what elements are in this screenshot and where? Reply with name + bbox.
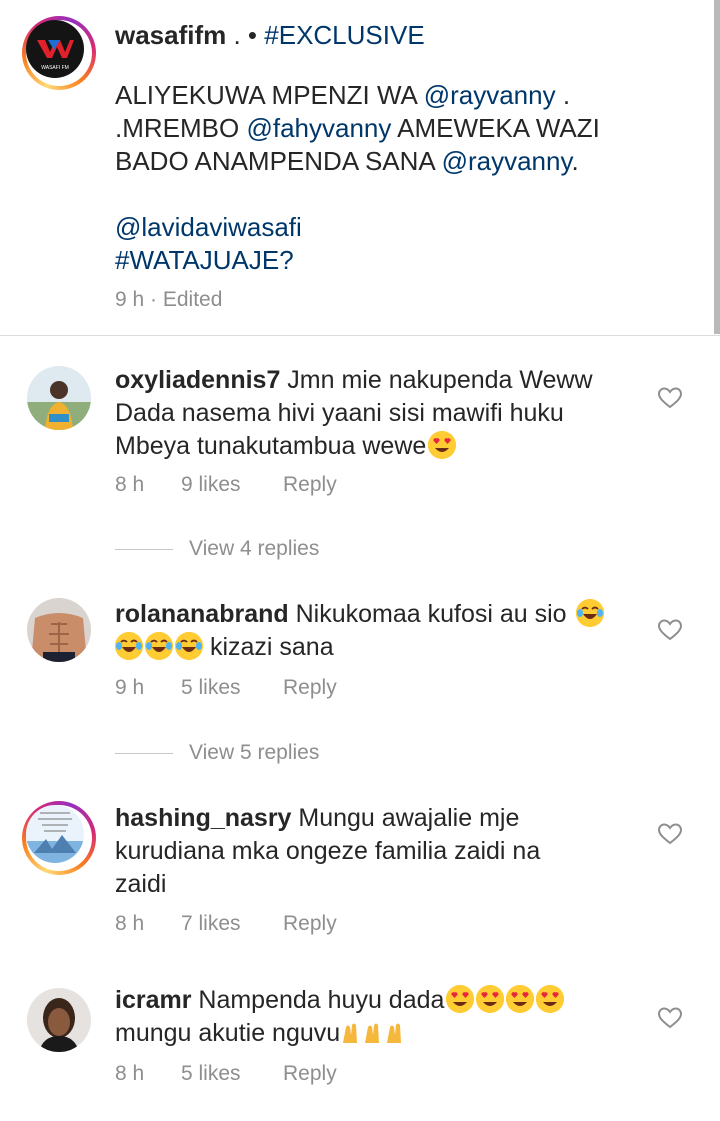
icramr-avatar[interactable] bbox=[27, 988, 91, 1052]
comment-username[interactable]: rolananabrand bbox=[115, 600, 289, 628]
comment-username[interactable]: icramr bbox=[115, 986, 191, 1014]
comment-username[interactable]: oxyliadennis7 bbox=[115, 366, 280, 394]
comment-body: oxyliadennis7 Jmn mie nakupenda Weww Dad… bbox=[115, 366, 593, 460]
scrollbar-thumb[interactable] bbox=[714, 0, 720, 334]
heart-eyes-emoji bbox=[476, 985, 505, 1013]
mention-fahyvanny[interactable]: @fahyvanny bbox=[246, 113, 391, 143]
rolananabrand-avatar[interactable] bbox=[27, 598, 91, 662]
hashing-nasry-avatar[interactable] bbox=[26, 805, 84, 863]
comment-meta: 9 h 5 likes Reply bbox=[115, 676, 337, 700]
wasafi-logo-icon: WASAFI FM bbox=[26, 20, 84, 78]
oxyliadennis7-avatar[interactable] bbox=[27, 366, 91, 430]
view-replies-button[interactable]: View 4 replies bbox=[115, 537, 319, 561]
profile-photo-icon bbox=[27, 366, 91, 430]
reply-button[interactable]: Reply bbox=[283, 1062, 337, 1086]
tears-of-joy-emoji bbox=[145, 632, 173, 660]
reply-button[interactable]: Reply bbox=[283, 912, 337, 936]
story-ring[interactable] bbox=[22, 801, 96, 875]
comment-likes[interactable]: 9 likes bbox=[181, 473, 283, 497]
comment-username[interactable]: hashing_nasry bbox=[115, 804, 291, 832]
like-heart-icon[interactable] bbox=[657, 386, 683, 410]
hashtag-watajuaje[interactable]: #WATAJUAJE? bbox=[115, 245, 294, 275]
comment-meta: 8 h 9 likes Reply bbox=[115, 473, 337, 497]
mention-rayvanny-2[interactable]: @rayvanny bbox=[442, 146, 572, 176]
tears-of-joy-emoji bbox=[575, 599, 604, 627]
mention-lavidaviwasafi[interactable]: @lavidaviwasafi bbox=[115, 212, 302, 242]
raised-hands-emoji bbox=[340, 1021, 406, 1054]
tears-of-joy-emoji bbox=[175, 632, 203, 660]
reply-button[interactable]: Reply bbox=[283, 473, 337, 497]
comment-item: oxyliadennis7 Jmn mie nakupenda Weww Dad… bbox=[0, 336, 720, 576]
comment-meta: 8 h 7 likes Reply bbox=[115, 912, 337, 936]
like-heart-icon[interactable] bbox=[657, 1006, 683, 1030]
mention-rayvanny[interactable]: @rayvanny bbox=[424, 80, 556, 110]
replies-divider bbox=[115, 548, 173, 550]
reply-button[interactable]: Reply bbox=[283, 676, 337, 700]
tears-of-joy-emoji bbox=[115, 632, 143, 660]
comment-likes[interactable]: 5 likes bbox=[181, 1062, 283, 1086]
comment-time: 8 h bbox=[115, 1062, 145, 1085]
like-heart-icon[interactable] bbox=[657, 618, 683, 642]
comment-item: rolananabrand Nikukomaa kufosi au sio ki… bbox=[0, 576, 720, 780]
svg-text:WASAFI FM: WASAFI FM bbox=[41, 65, 69, 71]
caption-text: wasafifm . • #EXCLUSIVE ALIYEKUWA MPENZI… bbox=[115, 20, 600, 275]
story-ring[interactable]: WASAFI FM bbox=[22, 16, 96, 90]
profile-photo-icon bbox=[27, 988, 91, 1052]
comment-body: hashing_nasry Mungu awajalie mje kurudia… bbox=[115, 804, 541, 898]
view-replies-button[interactable]: View 5 replies bbox=[115, 741, 319, 765]
caption-username[interactable]: wasafifm bbox=[115, 20, 226, 50]
comment-likes[interactable]: 7 likes bbox=[181, 912, 283, 936]
post-caption: WASAFI FM wasafifm . • #EXCLUSIVE ALIYEK… bbox=[0, 0, 720, 336]
profile-photo-icon bbox=[26, 805, 84, 863]
comment-body: rolananabrand Nikukomaa kufosi au sio ki… bbox=[115, 598, 635, 664]
heart-eyes-emoji bbox=[428, 431, 457, 459]
profile-photo-icon bbox=[27, 598, 91, 662]
comment-item: hashing_nasry Mungu awajalie mje kurudia… bbox=[0, 780, 720, 960]
comment-item: icramr Nampenda huyu dada mungu akutie n… bbox=[0, 960, 720, 1121]
comment-body: icramr Nampenda huyu dada mungu akutie n… bbox=[115, 984, 635, 1054]
heart-eyes-emoji bbox=[446, 985, 475, 1013]
comment-time: 8 h bbox=[115, 473, 145, 496]
comment-time: 8 h bbox=[115, 912, 145, 935]
heart-eyes-emoji bbox=[506, 985, 535, 1013]
wasafifm-avatar[interactable]: WASAFI FM bbox=[26, 20, 84, 78]
heart-eyes-emoji bbox=[536, 985, 565, 1013]
comment-time: 9 h bbox=[115, 676, 145, 699]
replies-divider bbox=[115, 752, 173, 754]
comment-meta: 8 h 5 likes Reply bbox=[115, 1062, 337, 1086]
comment-likes[interactable]: 5 likes bbox=[181, 676, 283, 700]
caption-meta: 9 h · Edited bbox=[115, 288, 223, 311]
hashtag-exclusive[interactable]: #EXCLUSIVE bbox=[264, 20, 424, 50]
like-heart-icon[interactable] bbox=[657, 822, 683, 846]
